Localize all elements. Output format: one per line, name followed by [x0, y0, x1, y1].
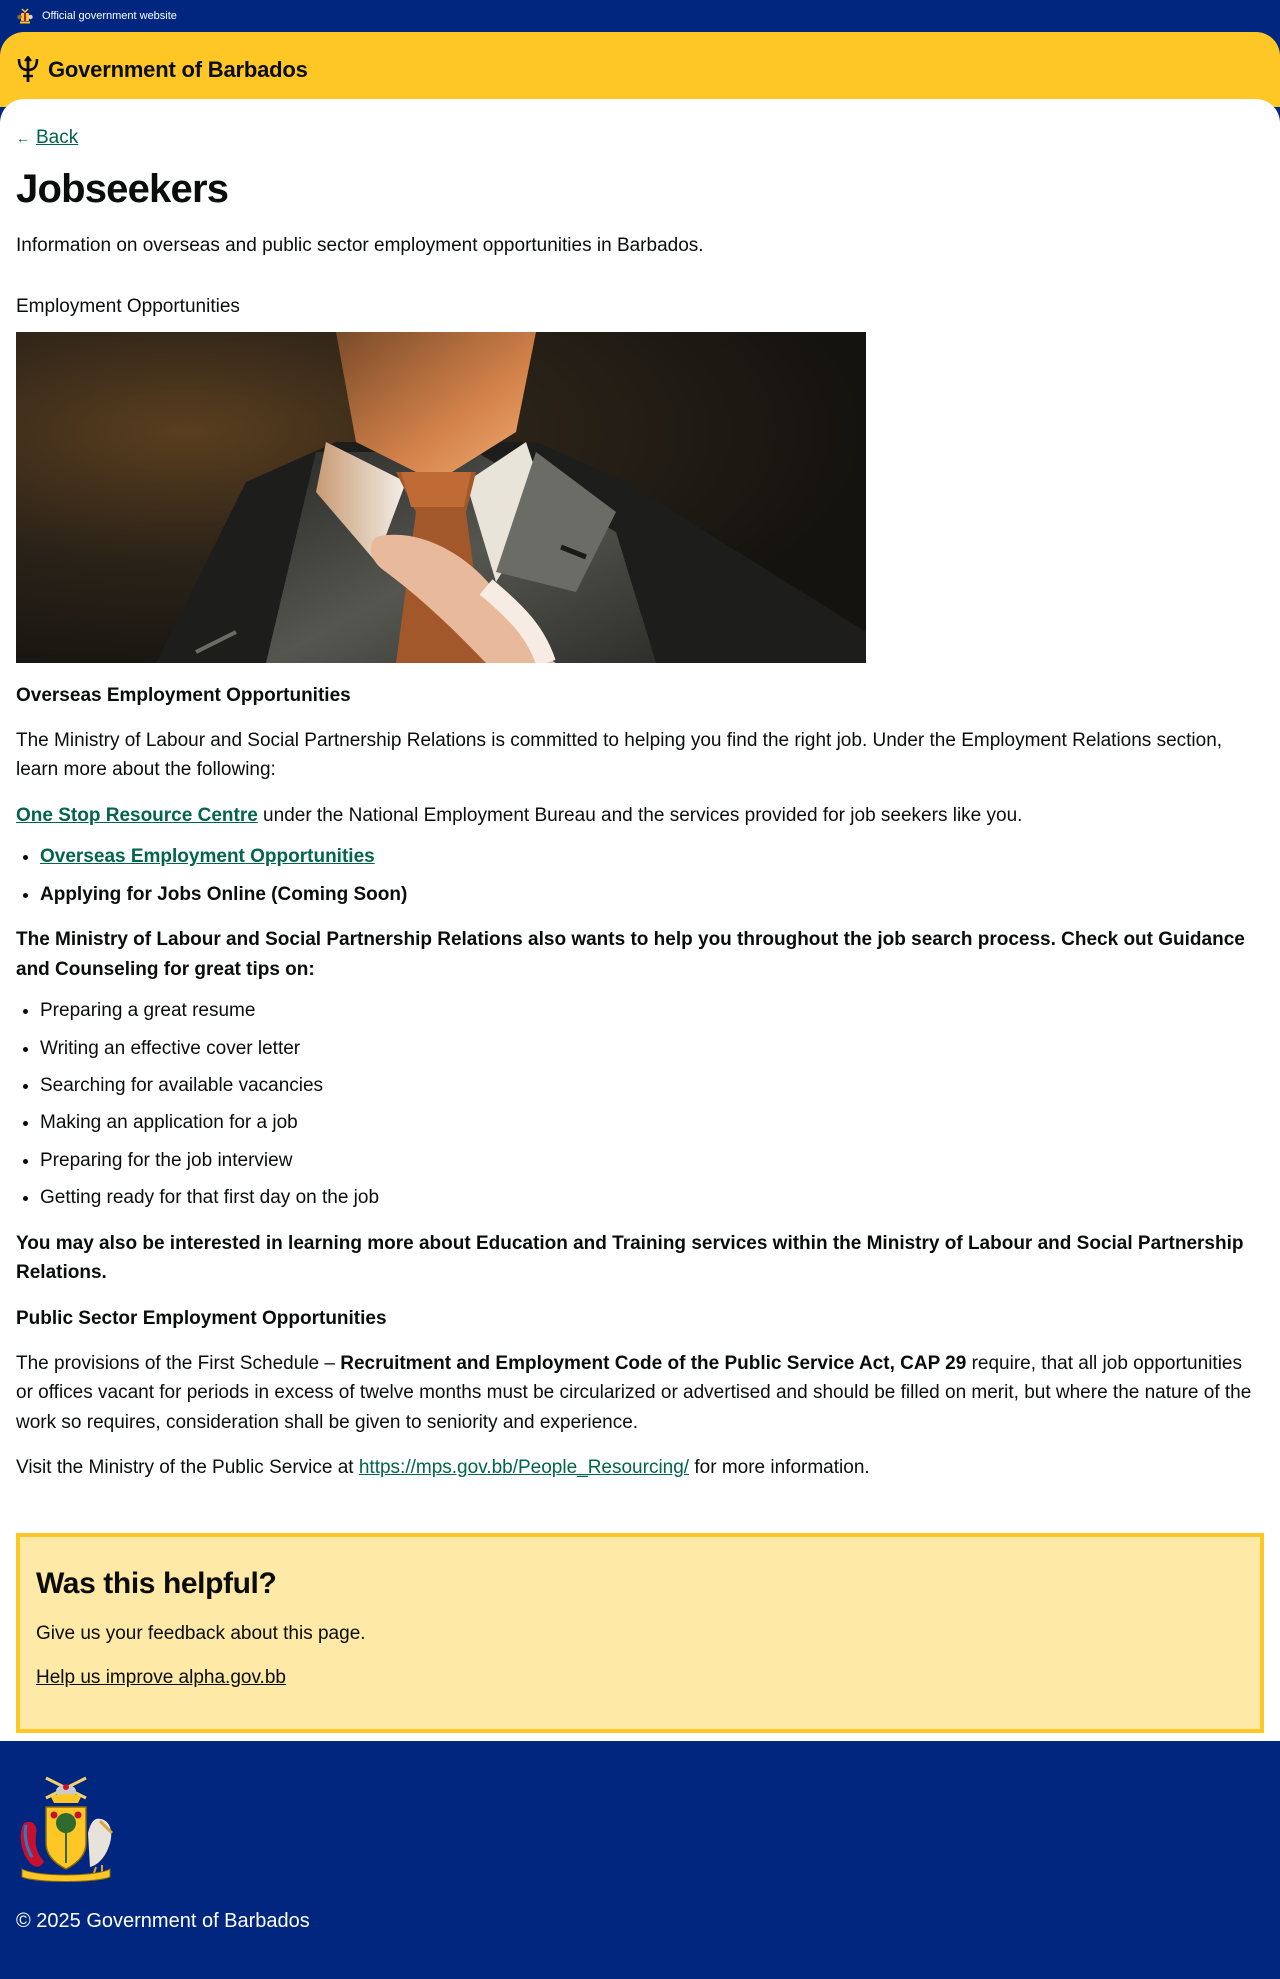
back-link-wrap[interactable]: ← Back — [16, 127, 1264, 149]
provisions-bold: Recruitment and Employment Code of the P… — [340, 1353, 967, 1375]
page-lead: Information on overseas and public secto… — [16, 235, 704, 256]
public-sector-heading: Public Sector Employment Opportunities — [16, 1307, 387, 1329]
provisions-paragraph: The provisions of the First Schedule – R… — [16, 1349, 1264, 1437]
coat-of-arms-icon — [16, 7, 34, 25]
overseas-intro: The Ministry of Labour and Social Partne… — [16, 730, 1223, 781]
official-banner-text: Official government website — [42, 10, 177, 22]
feedback-link[interactable]: Help us improve alpha.gov.bb — [36, 1667, 286, 1689]
feedback-heading: Was this helpful? — [36, 1566, 277, 1600]
list-item: Preparing a great resume — [40, 996, 1264, 1025]
one-stop-resource-centre-link[interactable]: One Stop Resource Centre — [16, 805, 258, 826]
one-stop-paragraph: One Stop Resource Centre under the Natio… — [16, 801, 1264, 830]
overseas-employment-link[interactable]: Overseas Employment Opportunities — [40, 846, 375, 867]
article-body: Overseas Employment Opportunities The Mi… — [16, 681, 1264, 1483]
list-item: Applying for Jobs Online (Coming Soon) — [40, 880, 1264, 909]
site-header: Government of Barbados — [0, 32, 1280, 107]
overseas-heading: Overseas Employment Opportunities — [16, 684, 351, 706]
arrow-left-icon: ← — [16, 130, 30, 146]
education-note: You may also be interested in learning m… — [16, 1232, 1244, 1284]
footer-copyright: © 2025 Government of Barbados — [16, 1909, 310, 1932]
main-content: ← Back Jobseekers Information on oversea… — [0, 99, 1280, 1741]
guidance-paragraph: The Ministry of Labour and Social Partne… — [16, 929, 1245, 980]
tips-list: Preparing a great resume Writing an effe… — [16, 996, 1264, 1213]
trident-icon — [16, 54, 40, 84]
list-item: Preparing for the job interview — [40, 1146, 1264, 1175]
hero-image — [16, 331, 866, 663]
visit-start: Visit the Ministry of the Public Service… — [16, 1457, 359, 1479]
back-link[interactable]: Back — [36, 127, 78, 149]
list-item: Making an application for a job — [40, 1108, 1264, 1137]
coat-of-arms-icon — [16, 1773, 116, 1883]
official-banner: Official government website — [0, 0, 1280, 32]
feedback-panel: Was this helpful? Give us your feedback … — [16, 1532, 1264, 1733]
list-item: Overseas Employment Opportunities — [40, 842, 1264, 871]
employment-relations-list: Overseas Employment Opportunities Applyi… — [16, 842, 1264, 909]
feedback-text: Give us your feedback about this page. — [36, 1622, 366, 1644]
page-title: Jobseekers — [16, 167, 229, 211]
list-item: Searching for available vacancies — [40, 1071, 1264, 1100]
visit-end: for more information. — [689, 1457, 870, 1479]
one-stop-rest-text: under the National Employment Bureau and… — [257, 804, 1023, 826]
list-item: Getting ready for that first day on the … — [40, 1183, 1264, 1212]
section-label: Employment Opportunities — [16, 295, 240, 317]
site-brand-link[interactable]: Government of Barbados — [48, 57, 308, 83]
site-footer: © 2025 Government of Barbados — [0, 1740, 1280, 1951]
mps-people-resourcing-link[interactable]: https://mps.gov.bb/People_Resourcing/ — [359, 1457, 689, 1478]
visit-paragraph: Visit the Ministry of the Public Service… — [16, 1453, 1264, 1482]
list-item: Writing an effective cover letter — [40, 1034, 1264, 1063]
provisions-start: The provisions of the First Schedule – — [16, 1353, 341, 1375]
